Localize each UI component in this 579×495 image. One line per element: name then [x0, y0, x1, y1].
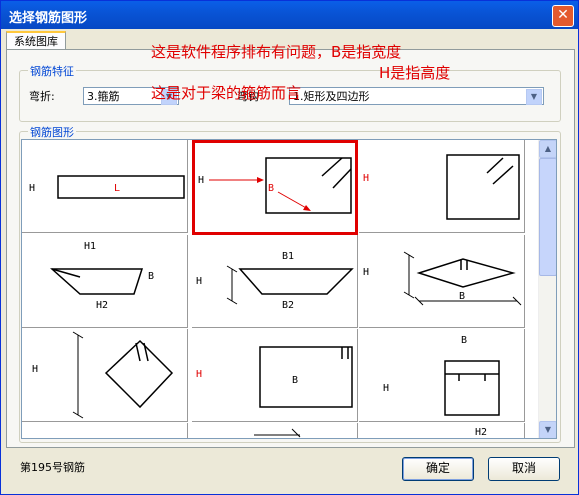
annotation-line2: H是指高度 [379, 64, 451, 82]
label-h2: H2 [96, 300, 108, 311]
feature-group-title: 钢筋特征 [28, 63, 76, 79]
ok-button[interactable]: 确定 [402, 457, 474, 481]
label-h: H [29, 183, 35, 194]
shape-cell-box-hooks[interactable]: B H [359, 329, 525, 422]
tab-system-library[interactable]: 系统图库 [6, 31, 66, 51]
shape-cell-row4-2[interactable] [192, 423, 358, 438]
scroll-up-icon[interactable]: ▲ [539, 140, 556, 158]
title-bar[interactable]: 选择钢筋图形 ✕ [1, 1, 578, 29]
shape-cell-row4-1[interactable] [22, 423, 188, 438]
label-b: B [461, 335, 467, 346]
scroll-thumb[interactable] [539, 158, 556, 276]
label-b: B [148, 271, 154, 282]
status-text: 第195号钢筋 [20, 461, 85, 474]
shape-select[interactable]: 1.矩形及四边形 ▼ [289, 87, 544, 105]
label-h: H [383, 383, 389, 394]
annotation-line1: 这是软件程序排布有问题，B是指宽度 [151, 43, 402, 61]
annotation-line3: 这是对于梁的箍筋而言 [151, 84, 302, 102]
label-h: H [363, 267, 369, 278]
shape-cell-rect-selected[interactable]: H B [192, 140, 358, 235]
label-b: B [292, 375, 298, 386]
label-h-red: H [196, 369, 202, 380]
chevron-down-icon[interactable]: ▼ [526, 89, 542, 105]
label-b2: B2 [282, 300, 294, 311]
label-b1: B1 [282, 251, 294, 262]
shape-cell-rect[interactable] [359, 140, 525, 233]
label-h: H [198, 175, 204, 186]
close-button[interactable]: ✕ [552, 5, 574, 27]
window-title: 选择钢筋图形 [9, 11, 88, 26]
vertical-scrollbar[interactable]: ▲ ▼ [538, 140, 556, 438]
shape-cell-rect-open[interactable]: H B [192, 329, 358, 422]
label-b: B [459, 291, 465, 302]
shape-cell-straight[interactable]: H L [22, 140, 188, 233]
dialog-window: 选择钢筋图形 ✕ 系统图库 钢筋特征 弯折: 3.箍筋 ▼ 弯钩 1.矩形及四边… [0, 0, 579, 495]
label-h: H [32, 364, 38, 375]
label-b: B [268, 183, 274, 194]
bend-select-value: 3.箍筋 [87, 90, 120, 103]
label-h1: H1 [84, 241, 96, 252]
shape-cell-trapezoid-left[interactable]: H1 B H2 [22, 235, 188, 328]
shapes-group-title: 钢筋图形 [28, 124, 76, 140]
bend-label: 弯折: [29, 90, 55, 103]
cancel-button[interactable]: 取消 [488, 457, 560, 481]
shape-cell-rhombus[interactable]: H B [359, 235, 525, 328]
shape-cell-diamond[interactable]: H [22, 329, 188, 422]
label-h: H [196, 276, 202, 287]
shape-cell-trapezoid[interactable]: B1 H B2 [192, 235, 358, 328]
shape-cell-row4-3[interactable]: H2 [359, 423, 525, 438]
label-l: L [114, 183, 120, 194]
shape-grid[interactable]: H L H B H H1 B H2 B1 H B2 H B H H B B H … [21, 139, 557, 439]
label-h2: H2 [475, 427, 488, 438]
shape-select-value: 1.矩形及四边形 [293, 90, 370, 103]
scroll-down-icon[interactable]: ▼ [539, 421, 556, 438]
